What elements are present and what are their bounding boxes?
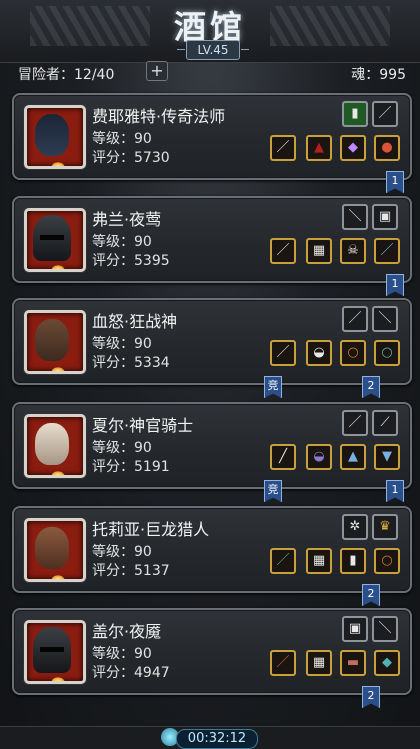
hero-level: 等级：90	[92, 336, 152, 352]
armor-icon[interactable]: ▦	[306, 650, 332, 676]
hero-score: 评分：4947	[92, 665, 170, 681]
staff-icon[interactable]: ／	[372, 101, 398, 127]
adventurer-count: 冒险者：12/40	[18, 67, 115, 83]
wand-icon[interactable]: ／	[270, 135, 296, 161]
hero-portrait	[24, 620, 86, 684]
hero-portrait	[24, 105, 86, 169]
armor-icon[interactable]: ▦	[306, 238, 332, 264]
armor-icon[interactable]: ▦	[306, 548, 332, 574]
hero-portrait	[24, 414, 86, 478]
glow-icon	[51, 265, 65, 269]
soul-count: 魂：995	[351, 67, 406, 83]
hero-score: 评分：5730	[92, 150, 170, 166]
hero-score: 评分：5191	[92, 459, 170, 475]
mace-icon[interactable]: ╱	[270, 444, 296, 470]
slot-ribbon: 2	[362, 584, 380, 606]
glow-icon	[51, 471, 65, 475]
hero-score: 评分：5334	[92, 355, 170, 371]
hero-score: 评分：5137	[92, 563, 170, 579]
slot-ribbon: 1	[386, 480, 404, 502]
axe-icon[interactable]: ／	[342, 410, 368, 436]
ring-icon[interactable]: ○	[340, 340, 366, 366]
hero-card[interactable]: 弗兰·夜莺 等级：90 评分：5395 ＼ ▣ ／ ▦ ☠ ／ 1	[12, 196, 412, 296]
refresh-timer: 00:32:12	[176, 729, 258, 749]
hero-portrait	[24, 208, 86, 272]
slot-ribbon: 1	[386, 171, 404, 193]
hero-level: 等级：90	[92, 131, 152, 147]
glow-icon	[51, 367, 65, 371]
shield-icon[interactable]: ▣	[342, 616, 368, 642]
hero-level: 等级：90	[92, 544, 152, 560]
hero-name: 夏尔·神官骑士	[92, 416, 194, 435]
hero-name: 血怒·狂战神	[92, 312, 178, 331]
robe-icon[interactable]: ▲	[306, 135, 332, 161]
hero-level: 等级：90	[92, 440, 152, 456]
glow-icon	[51, 677, 65, 681]
hero-name: 费耶雅特·传奇法师	[92, 107, 226, 126]
ring-icon[interactable]: ○	[374, 340, 400, 366]
hero-level: 等级：90	[92, 646, 152, 662]
emblem-icon[interactable]: ✲	[342, 514, 368, 540]
slot-ribbon: 2	[362, 376, 380, 398]
sword-icon[interactable]: ＼	[372, 616, 398, 642]
spear-icon[interactable]: ／	[270, 650, 296, 676]
hero-card[interactable]: 托莉亚·巨龙猎人 等级：90 评分：5137 ✲ ♛ ／ ▦ ▮ ○ 2	[12, 506, 412, 606]
bracer-icon[interactable]: ▮	[340, 548, 366, 574]
hero-card[interactable]: 夏尔·神官骑士 等级：90 评分：5191 ／ ⟋ ╱ ◒ ▲ ▼ 竞 1	[12, 402, 412, 502]
helmet-icon[interactable]: ◒	[306, 444, 332, 470]
glow-icon	[51, 162, 65, 166]
slot-ribbon: 2	[362, 686, 380, 708]
glow-icon	[51, 575, 65, 579]
spear-icon[interactable]: ／	[270, 238, 296, 264]
hero-name: 托莉亚·巨龙猎人	[92, 520, 210, 539]
hero-score: 评分：5395	[92, 253, 170, 269]
level-badge: LV.45	[177, 40, 249, 60]
slot-ribbon: 1	[386, 274, 404, 296]
helmet-icon[interactable]: ◒	[306, 340, 332, 366]
hero-card[interactable]: 血怒·狂战神 等级：90 评分：5334 ／ ＼ ／ ◒ ○ ○ 竞 2	[12, 298, 412, 398]
boots-icon[interactable]: ▼	[374, 444, 400, 470]
hero-portrait	[24, 310, 86, 374]
hero-card[interactable]: 盖尔·夜魇 等级：90 评分：4947 ▣ ＼ ／ ▦ ▬ ◆ 2	[12, 608, 412, 708]
hero-card[interactable]: 费耶雅特·传奇法师 等级：90 评分：5730 ▮ ／ ／ ▲ ◆ ● 1	[12, 93, 412, 193]
sword-icon[interactable]: ／	[270, 548, 296, 574]
shield-icon[interactable]: ▣	[372, 204, 398, 230]
header-bar: 酒馆 LV.45	[0, 0, 420, 63]
skull-mask-icon[interactable]: ☠	[340, 238, 366, 264]
bracer-icon[interactable]: ▬	[340, 650, 366, 676]
flail-icon[interactable]: ⟋	[372, 410, 398, 436]
hero-name: 弗兰·夜莺	[92, 210, 162, 229]
arena-ribbon: 竞	[264, 376, 282, 398]
sword-icon[interactable]: ＼	[342, 204, 368, 230]
trophy-icon[interactable]: ♛	[372, 514, 398, 540]
spear-icon[interactable]: ／	[270, 340, 296, 366]
gem-icon[interactable]: ◆	[374, 650, 400, 676]
amulet-icon[interactable]: ●	[374, 135, 400, 161]
hero-portrait	[24, 518, 86, 582]
dagger-icon[interactable]: ／	[374, 238, 400, 264]
arena-ribbon: 竞	[264, 480, 282, 502]
hero-name: 盖尔·夜魇	[92, 622, 162, 641]
blade-icon[interactable]: ＼	[372, 306, 398, 332]
add-adventurer-button[interactable]: +	[146, 61, 168, 81]
gem-icon[interactable]: ◆	[340, 135, 366, 161]
spellbook-icon[interactable]: ▮	[342, 101, 368, 127]
hero-level: 等级：90	[92, 234, 152, 250]
axe-icon[interactable]: ／	[342, 306, 368, 332]
ring-icon[interactable]: ○	[374, 548, 400, 574]
gauntlet-icon[interactable]: ▲	[340, 444, 366, 470]
